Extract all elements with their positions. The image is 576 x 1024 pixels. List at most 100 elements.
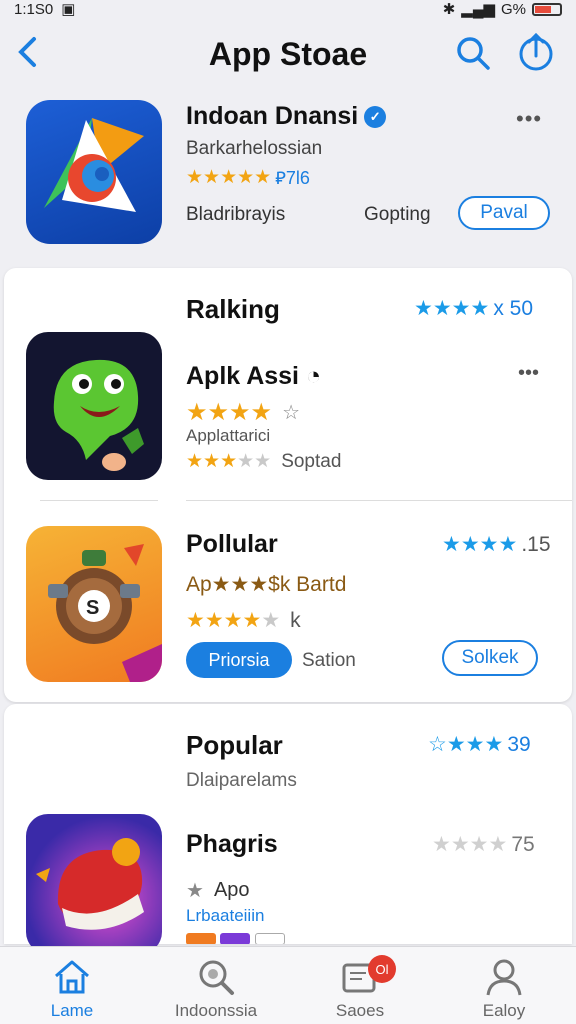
app-name-text: Aplk Assi [186,362,300,390]
tab-label: Saoes [335,1001,385,1020]
tag-empty [254,933,285,944]
app-note-aplk: Soptad [281,450,342,472]
star-rating-icon: ★★★★ [432,833,508,856]
share-icon [519,32,553,71]
section-title-popular: Pollular [186,530,278,558]
section-title-popular2: Popular [186,730,283,760]
app-label-text: Apo [213,879,250,901]
search-button[interactable] [454,34,492,72]
app-icon-phagris[interactable] [26,814,162,954]
featured-app[interactable]: Indoan Dnansi ✓ ••• Barkarhelossian ★★★★… [0,92,576,260]
game-icon [36,838,144,930]
featured-app-status: Gopting [364,204,431,225]
signal-icon: ▂▄▆ [461,1,495,18]
primary-action-button[interactable]: Priorsia [186,642,292,678]
status-left: 1:1S0 ▣ [14,0,76,19]
battery-percent: G% [500,0,526,18]
notification-badge: Ol [368,955,396,983]
star-rating-icon: ★★★★★ [186,167,272,188]
status-right: ✱ ▂▄▆ G% [443,0,562,18]
app-extra-popular: k [290,608,301,632]
featured-app-button[interactable]: Paval [458,196,550,230]
popular2-rating: ☆★★★ 39 [428,732,531,757]
notification-icon: ▣ [61,1,76,18]
secondary-action-button[interactable]: Solkek [442,640,538,676]
star-rating-icon: ★★★★ [414,297,490,320]
ranking-rating: ★★★★ x 50 [414,296,533,321]
rating-value: .15 [521,532,551,556]
star-rating-icon: ★★★★★ [186,608,280,633]
chevron-left-icon [18,37,36,67]
more-options-button[interactable]: ••• [516,106,542,132]
app-label-popular: Ap★★★$k Bartd [186,573,347,596]
tab-profile[interactable]: Ealoy [432,947,576,1024]
share-button[interactable] [516,32,556,72]
rating-value: 75 [511,832,535,856]
loading-icon: ◔ [305,362,322,390]
app-rating-phagris: ★★★★ 75 [432,832,535,857]
rating-value: 39 [507,732,531,756]
header: App Stoae [0,20,576,86]
featured-app-title: Indoan Dnansi [186,102,359,130]
app-name-phagris: Phagris [186,830,278,858]
profile-icon [486,959,522,996]
home-icon [55,960,89,994]
tab-search[interactable]: Indoonssia [144,947,288,1024]
ranking-card: Ralking ★★★★ x 50 Aplk Assi ◔ ••• ★★★★ ☆… [4,268,572,702]
app-category-aplk: Applattarici [186,426,271,445]
rating-value: ⃆7l6 [275,168,310,188]
app-rating-aplk: ★★★★ ☆ [186,398,300,427]
more-options-button[interactable]: ••• [518,362,539,385]
monster-icon [53,359,144,471]
star-outline-icon: ☆ [282,402,300,424]
app-icon-aplk[interactable] [26,332,162,480]
star-rating-icon: ★★★★ [442,533,518,556]
featured-app-icon[interactable] [26,100,162,244]
tab-label: Lame [50,1001,94,1020]
app-label-phagris: ★ Apo [186,878,250,903]
battery-icon [532,2,562,16]
star-icon: ★ [186,880,204,902]
color-tags [186,932,286,944]
popular-rating: ★★★★ .15 [442,532,551,557]
star-rating-icon: ☆★★★ [428,733,504,756]
app-name-aplk: Aplk Assi ◔ [186,362,321,391]
svg-text:S: S [86,597,99,619]
search-icon [457,37,490,70]
section-subtitle: Dlaiparelams [186,770,297,791]
bluetooth-icon: ✱ [442,1,456,18]
back-button[interactable] [12,34,42,70]
rating-value: x 50 [493,296,534,320]
status-bar: 1:1S0 ▣ ✱ ▂▄▆ G% [0,0,576,18]
app-logo-icon [44,118,144,212]
section-title-ranking: Ralking [186,294,280,324]
stars-filled: ★★★ [186,451,238,472]
tab-updates[interactable]: Ol Saoes [288,947,432,1024]
star-rating-icon: ★★★★★ [186,450,271,473]
divider [40,500,158,501]
stars-empty: ★ [261,609,281,632]
featured-app-name: Indoan Dnansi ✓ [186,102,387,131]
verified-icon: ✓ [364,105,387,128]
featured-app-developer: Bladribrayis [186,204,286,225]
star-rating-icon: ★★★★ [186,399,273,426]
tag-purple [220,933,251,944]
stars-empty: ★★ [237,451,272,472]
tab-label: Indoonssia [174,1001,258,1020]
tab-bar: Lame Indoonssia Ol Saoes Ealoy [0,946,576,1024]
app-subrating-aplk: ★★★★★ Soptad [186,450,341,473]
divider [186,500,572,501]
popular-card: Popular ☆★★★ 39 Dlaiparelams Phagris ★★★… [4,704,572,954]
app-status-popular: Sation [302,650,356,671]
featured-app-subtitle: Barkarhelossian [186,138,323,159]
app-category-phagris: Lrbaateiiin [186,906,265,925]
game-icon: S [48,544,162,682]
stars-filled: ★★★★ [186,609,262,632]
featured-app-rating: ★★★★★ ⃆7l6 [186,166,310,189]
app-icon-popular[interactable]: S [26,526,162,682]
app-rating-popular: ★★★★★ k [186,608,301,633]
tab-label: Ealoy [482,1001,526,1020]
search-icon [199,960,234,995]
status-time: 1:1S0 [14,0,54,18]
tab-home[interactable]: Lame [0,947,144,1024]
